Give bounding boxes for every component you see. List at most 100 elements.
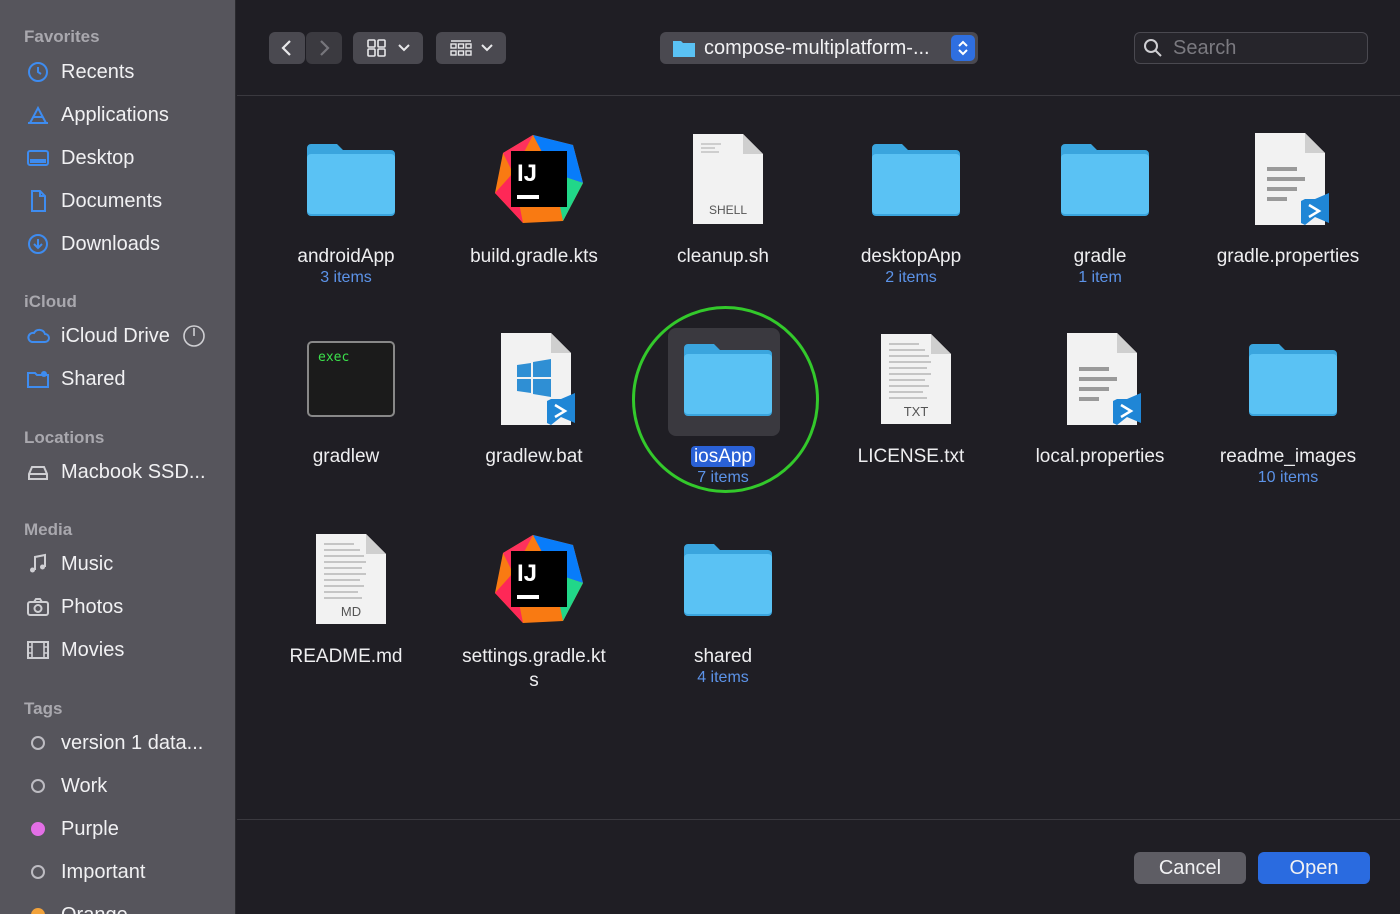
- file-item-build-gradle-kts[interactable]: IJ build.gradle.kts: [449, 97, 619, 287]
- folder-icon: [866, 129, 966, 229]
- sidebar-item-recents[interactable]: Recents: [0, 52, 235, 92]
- sidebar-item-label: Photos: [61, 595, 124, 618]
- sidebar-item-downloads[interactable]: Downloads: [0, 224, 235, 264]
- sidebar-item-label: Movies: [61, 638, 125, 661]
- sidebar-tag-version-1[interactable]: version 1 data...: [0, 723, 235, 763]
- toolbar: compose-multiplatform-... Search: [237, 0, 1400, 96]
- file-name: gradlew.bat: [485, 446, 583, 467]
- search-input[interactable]: Search: [1134, 32, 1368, 64]
- sidebar-item-label: iCloud Drive: [61, 324, 170, 347]
- file-item-local-properties[interactable]: local.properties: [1015, 297, 1185, 487]
- back-button[interactable]: [269, 32, 305, 64]
- open-button[interactable]: Open: [1258, 852, 1370, 884]
- md-badge: MD: [341, 604, 361, 619]
- cloud-icon: [25, 323, 51, 349]
- file-item-settings-gradle-kts[interactable]: IJ settings.gradle.kt s: [449, 497, 619, 691]
- chevron-down-icon: [481, 44, 493, 52]
- highlight-circle-annotation: [632, 306, 819, 493]
- cancel-button[interactable]: Cancel: [1134, 852, 1246, 884]
- sidebar-item-icloud-drive[interactable]: iCloud Drive: [0, 316, 235, 356]
- file-item-gradle-properties[interactable]: gradle.properties: [1203, 97, 1373, 287]
- folder-icon: [678, 529, 778, 629]
- sidebar-tag-work[interactable]: Work: [0, 766, 235, 806]
- film-icon: [25, 637, 51, 663]
- forward-button[interactable]: [306, 32, 342, 64]
- file-item-gradle[interactable]: gradle 1 item: [1015, 97, 1185, 287]
- file-item-readme-md[interactable]: MD README.md: [261, 497, 431, 687]
- camera-icon: [25, 594, 51, 620]
- sidebar: Favorites Recents Applications Desktop D…: [0, 0, 236, 914]
- intellij-file-icon: IJ: [489, 129, 589, 229]
- download-icon: [25, 231, 51, 257]
- sidebar-item-applications[interactable]: Applications: [0, 95, 235, 135]
- file-name: local.properties: [1035, 446, 1165, 467]
- file-item-license-txt[interactable]: TXT LICENSE.txt: [826, 297, 996, 487]
- file-subtitle: 4 items: [697, 669, 749, 686]
- file-name: gradle.properties: [1216, 246, 1360, 267]
- applications-icon: [25, 102, 51, 128]
- file-item-cleanup-sh[interactable]: SHELL cleanup.sh: [638, 97, 808, 287]
- desktop-icon: [25, 145, 51, 171]
- tag-dot-icon: [31, 736, 45, 750]
- file-item-androidapp[interactable]: androidApp 3 items: [261, 97, 431, 287]
- svg-text:IJ: IJ: [517, 560, 537, 587]
- windows-script-icon: [489, 329, 589, 429]
- sidebar-section-favorites: Favorites: [24, 27, 100, 46]
- markdown-file-icon: MD: [301, 529, 401, 629]
- file-item-gradlew[interactable]: exec gradlew: [261, 297, 431, 487]
- sidebar-tag-orange[interactable]: Orange: [0, 895, 235, 914]
- file-item-desktopapp[interactable]: desktopApp 2 items: [826, 97, 996, 287]
- file-name: build.gradle.kts: [470, 246, 598, 267]
- sidebar-tag-important[interactable]: Important: [0, 852, 235, 892]
- vscode-document-icon: [1243, 129, 1343, 229]
- clock-icon: [25, 59, 51, 85]
- file-name: LICENSE.txt: [857, 446, 965, 467]
- group-icon: [450, 40, 472, 56]
- file-subtitle: 3 items: [320, 269, 372, 286]
- sidebar-item-label: version 1 data...: [61, 731, 204, 754]
- sidebar-item-shared[interactable]: Shared: [0, 359, 235, 399]
- vscode-document-icon: [1055, 329, 1155, 429]
- path-popup-button[interactable]: compose-multiplatform-...: [660, 32, 978, 64]
- sidebar-item-label: Shared: [61, 367, 126, 390]
- sidebar-item-music[interactable]: Music: [0, 544, 235, 584]
- group-by-button[interactable]: [436, 32, 506, 64]
- sidebar-section-tags: Tags: [24, 699, 63, 718]
- file-name: androidApp: [297, 246, 395, 267]
- chevron-left-icon: [281, 40, 291, 56]
- txt-badge: TXT: [904, 404, 929, 419]
- file-item-readme-images[interactable]: readme_images 10 items: [1203, 297, 1373, 487]
- file-item-gradlew-bat[interactable]: gradlew.bat: [449, 297, 619, 487]
- sidebar-item-label: Applications: [61, 103, 169, 126]
- sidebar-item-desktop[interactable]: Desktop: [0, 138, 235, 178]
- disk-icon: [25, 459, 51, 485]
- sidebar-section-media: Media: [24, 520, 73, 539]
- file-grid: androidApp 3 items IJ build.gradle.kts S…: [237, 97, 1400, 819]
- sidebar-item-label: Desktop: [61, 146, 135, 169]
- search-icon: [1144, 39, 1162, 57]
- document-icon: [25, 188, 51, 214]
- file-name-continued: s: [529, 670, 539, 691]
- file-name: cleanup.sh: [677, 246, 769, 267]
- view-mode-button[interactable]: [353, 32, 423, 64]
- file-name: readme_images: [1219, 446, 1357, 467]
- folder-icon: [1243, 329, 1343, 429]
- svg-text:IJ: IJ: [517, 160, 537, 187]
- shared-folder-icon: [25, 366, 51, 392]
- sidebar-tag-purple[interactable]: Purple: [0, 809, 235, 849]
- intellij-file-icon: IJ: [489, 529, 589, 629]
- sidebar-item-documents[interactable]: Documents: [0, 181, 235, 221]
- sidebar-item-label: Music: [61, 552, 114, 575]
- sidebar-item-macbook-ssd[interactable]: Macbook SSD...: [0, 452, 235, 492]
- file-subtitle: 2 items: [885, 269, 937, 286]
- file-item-shared[interactable]: shared 4 items: [638, 497, 808, 687]
- tag-dot-icon: [31, 865, 45, 879]
- folder-icon: [673, 41, 695, 57]
- sidebar-item-photos[interactable]: Photos: [0, 587, 235, 627]
- music-icon: [25, 551, 51, 577]
- exec-terminal-icon: exec: [301, 329, 401, 429]
- text-file-icon: TXT: [866, 329, 966, 429]
- folder-icon: [1055, 129, 1155, 229]
- tag-dot-icon: [31, 822, 45, 836]
- sidebar-item-movies[interactable]: Movies: [0, 630, 235, 670]
